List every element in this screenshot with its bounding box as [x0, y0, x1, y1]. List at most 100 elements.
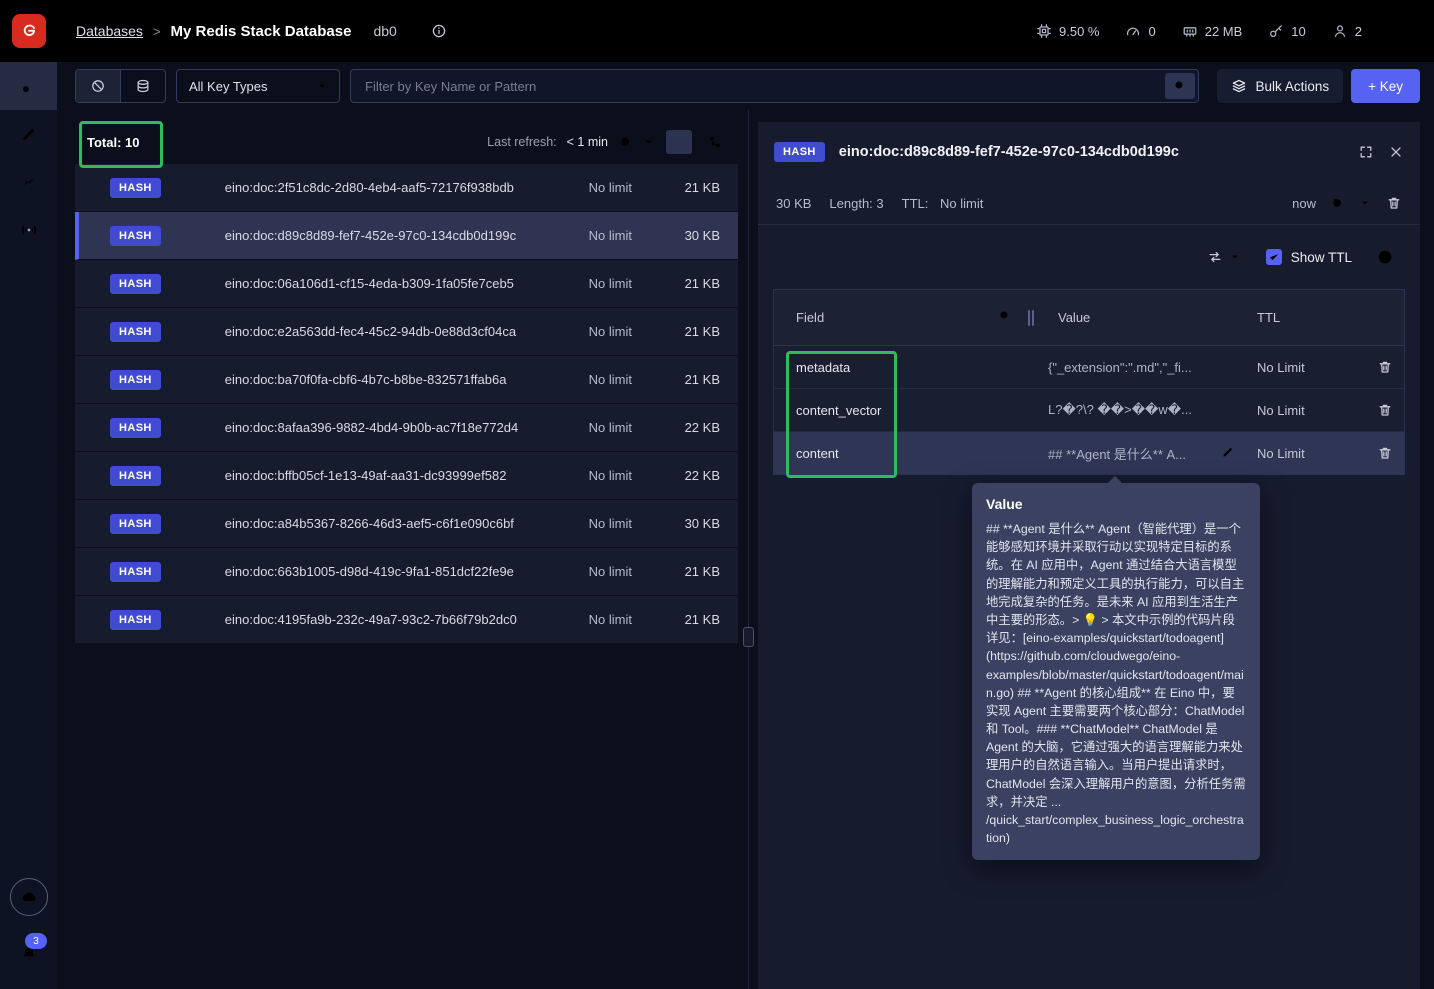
- panel-resize-handle[interactable]: [743, 627, 754, 647]
- cpu-icon: [1036, 23, 1052, 39]
- field-value: L?�?\? ��>��w�...: [1048, 402, 1192, 417]
- tree-view-button[interactable]: [702, 130, 728, 154]
- list-icon: [672, 135, 686, 149]
- key-row[interactable]: HASH eino:doc:a84b5367-8266-46d3-aef5-c6…: [75, 500, 738, 548]
- insights-lightbulb-icon[interactable]: [1396, 21, 1414, 42]
- expand-panel-icon[interactable]: [1358, 144, 1374, 160]
- field-column-header: Field: [774, 309, 1026, 326]
- field-actions: [1365, 402, 1404, 418]
- key-ttl: No limit: [588, 612, 632, 627]
- key-ttl: No limit: [588, 228, 632, 243]
- value-column-header: Value: [1036, 310, 1235, 325]
- sidebar-item-browser[interactable]: [0, 62, 57, 110]
- add-field-icon[interactable]: [1376, 248, 1394, 266]
- delete-field-icon[interactable]: [1377, 359, 1393, 375]
- refresh-key-icon[interactable]: [1330, 196, 1344, 210]
- ttl-header-label: TTL: [1257, 310, 1281, 325]
- auto-refresh-chevron-icon[interactable]: [642, 135, 656, 149]
- db-index-cluster: db0: [373, 23, 446, 39]
- key-row[interactable]: HASH eino:doc:e2a563dd-fec4-45c2-94db-0e…: [75, 308, 738, 356]
- sidebar-item-workbench[interactable]: [0, 110, 57, 158]
- field-name: content_vector: [796, 402, 882, 418]
- delete-key-icon[interactable]: [1386, 195, 1402, 211]
- search-input[interactable]: [363, 77, 1165, 95]
- sidebar-item-notifications[interactable]: 3: [0, 925, 57, 983]
- tooltip-arrow: [1107, 475, 1123, 491]
- key-row-selected[interactable]: HASH eino:doc:d89c8d89-fef7-452e-97c0-13…: [75, 212, 738, 260]
- show-ttl-checkbox[interactable]: [1265, 249, 1282, 265]
- bulk-actions-button[interactable]: Bulk Actions: [1216, 69, 1344, 103]
- metric-clients-value: 2: [1354, 23, 1362, 39]
- key-row[interactable]: HASH eino:doc:663b1005-d98d-419c-9fa1-85…: [75, 548, 738, 596]
- field-ttl[interactable]: No Limit: [1235, 360, 1365, 375]
- filter-by-pattern-toggle[interactable]: [76, 70, 120, 102]
- key-row[interactable]: HASH eino:doc:ba70f0fa-cbf6-4b7c-b8be-83…: [75, 356, 738, 404]
- search-button[interactable]: [1164, 73, 1195, 99]
- field-value-cell[interactable]: {"_extension":".md","_fi...: [1026, 360, 1235, 375]
- breadcrumb-databases-link[interactable]: Databases: [76, 23, 143, 39]
- key-name: eino:doc:a84b5367-8266-46d3-aef5-c6f1e09…: [224, 516, 514, 531]
- key-detail-panel: HASH eino:doc:d89c8d89-fef7-452e-97c0-13…: [758, 122, 1420, 989]
- field-row-selected[interactable]: content ## **Agent 是什么** A... No Limit: [774, 432, 1404, 474]
- chevron-down-icon: [1228, 250, 1242, 264]
- redis-logo[interactable]: [12, 14, 46, 48]
- fields-table: Field Value TTL metadata {"_extension":"…: [773, 289, 1405, 475]
- field-actions: [1365, 445, 1404, 461]
- detail-ttl-value[interactable]: No limit: [940, 196, 983, 211]
- key-row[interactable]: HASH eino:doc:4195fa9b-232c-49a7-93c2-7b…: [75, 596, 738, 644]
- field-ttl[interactable]: No Limit: [1235, 403, 1365, 418]
- field-value: ## **Agent 是什么** A...: [1048, 446, 1187, 462]
- column-resize-grip[interactable]: [1026, 309, 1036, 326]
- detail-key-length: Length: 3: [829, 195, 884, 211]
- layers-icon: [1231, 78, 1247, 94]
- tooltip-body: ## **Agent 是什么** Agent（智能代理）是一个能够感知环境并采取…: [986, 522, 1246, 846]
- key-row[interactable]: HASH eino:doc:2f51c8dc-2d80-4eb4-aaf5-72…: [75, 164, 738, 212]
- key-ttl: No limit: [588, 420, 632, 435]
- list-view-button[interactable]: [666, 130, 692, 154]
- value-format-dropdown[interactable]: [1207, 249, 1242, 265]
- metric-memory: 22 MB: [1182, 23, 1242, 39]
- db-info-icon[interactable]: [431, 23, 447, 39]
- delete-field-icon[interactable]: [1377, 445, 1393, 461]
- search-mode-toggle-group: [75, 69, 166, 103]
- key-row[interactable]: HASH eino:doc:06a106d1-cf15-4eda-b309-1f…: [75, 260, 738, 308]
- refresh-cluster: Last refresh: < 1 min: [487, 130, 728, 154]
- close-panel-icon[interactable]: [1388, 144, 1404, 160]
- auto-refresh-chevron-icon[interactable]: [1358, 196, 1372, 210]
- field-ttl[interactable]: No Limit: [1235, 446, 1365, 461]
- key-list-header: Total: 10 Last refresh: < 1 min: [75, 120, 738, 164]
- chevron-down-icon: [315, 79, 329, 93]
- key-row[interactable]: HASH eino:doc:8afaa396-9882-4bd4-9b0b-ac…: [75, 404, 738, 452]
- show-ttl-control[interactable]: Show TTL: [1265, 249, 1352, 265]
- field-row[interactable]: content_vector L?�?\? ��>��w�... No Limi…: [774, 389, 1404, 432]
- cloud-ring: [9, 878, 48, 916]
- refresh-keys-icon[interactable]: [618, 135, 632, 149]
- key-ttl: No limit: [588, 468, 632, 483]
- key-icon: [1268, 23, 1284, 39]
- key-type-badge: HASH: [110, 273, 161, 294]
- edit-value-icon[interactable]: [1221, 445, 1235, 462]
- breadcrumb-separator: >: [152, 23, 161, 39]
- db-index-label: db0: [373, 23, 397, 39]
- edit-db-alias-icon[interactable]: [407, 24, 421, 38]
- key-type-dropdown[interactable]: All Key Types: [176, 69, 340, 103]
- key-icon: [20, 77, 38, 95]
- sidebar-item-analytics[interactable]: [0, 158, 57, 206]
- field-value-cell[interactable]: ## **Agent 是什么** A...: [1026, 444, 1235, 463]
- redisearch-toggle[interactable]: [120, 70, 165, 102]
- key-name: eino:doc:8afaa396-9882-4bd4-9b0b-ac7f18e…: [224, 420, 519, 435]
- field-row[interactable]: metadata {"_extension":".md","_fi... No …: [774, 346, 1404, 389]
- sidebar-item-cloud[interactable]: [0, 869, 57, 925]
- key-ttl: No limit: [588, 276, 632, 291]
- tree-icon: [708, 135, 722, 149]
- key-row[interactable]: HASH eino:doc:bffb05cf-1e13-49af-aa31-dc…: [75, 452, 738, 500]
- field-value-cell[interactable]: L?�?\? ��>��w�...: [1026, 402, 1235, 418]
- field-header-label: Field: [796, 310, 825, 325]
- field-search-icon[interactable]: [998, 309, 1012, 326]
- metric-commands-value: 0: [1148, 23, 1156, 39]
- delete-field-icon[interactable]: [1377, 402, 1393, 418]
- add-key-button[interactable]: + Key: [1351, 69, 1420, 103]
- key-type-badge: HASH: [110, 369, 161, 390]
- sidebar-item-pubsub[interactable]: [0, 206, 57, 254]
